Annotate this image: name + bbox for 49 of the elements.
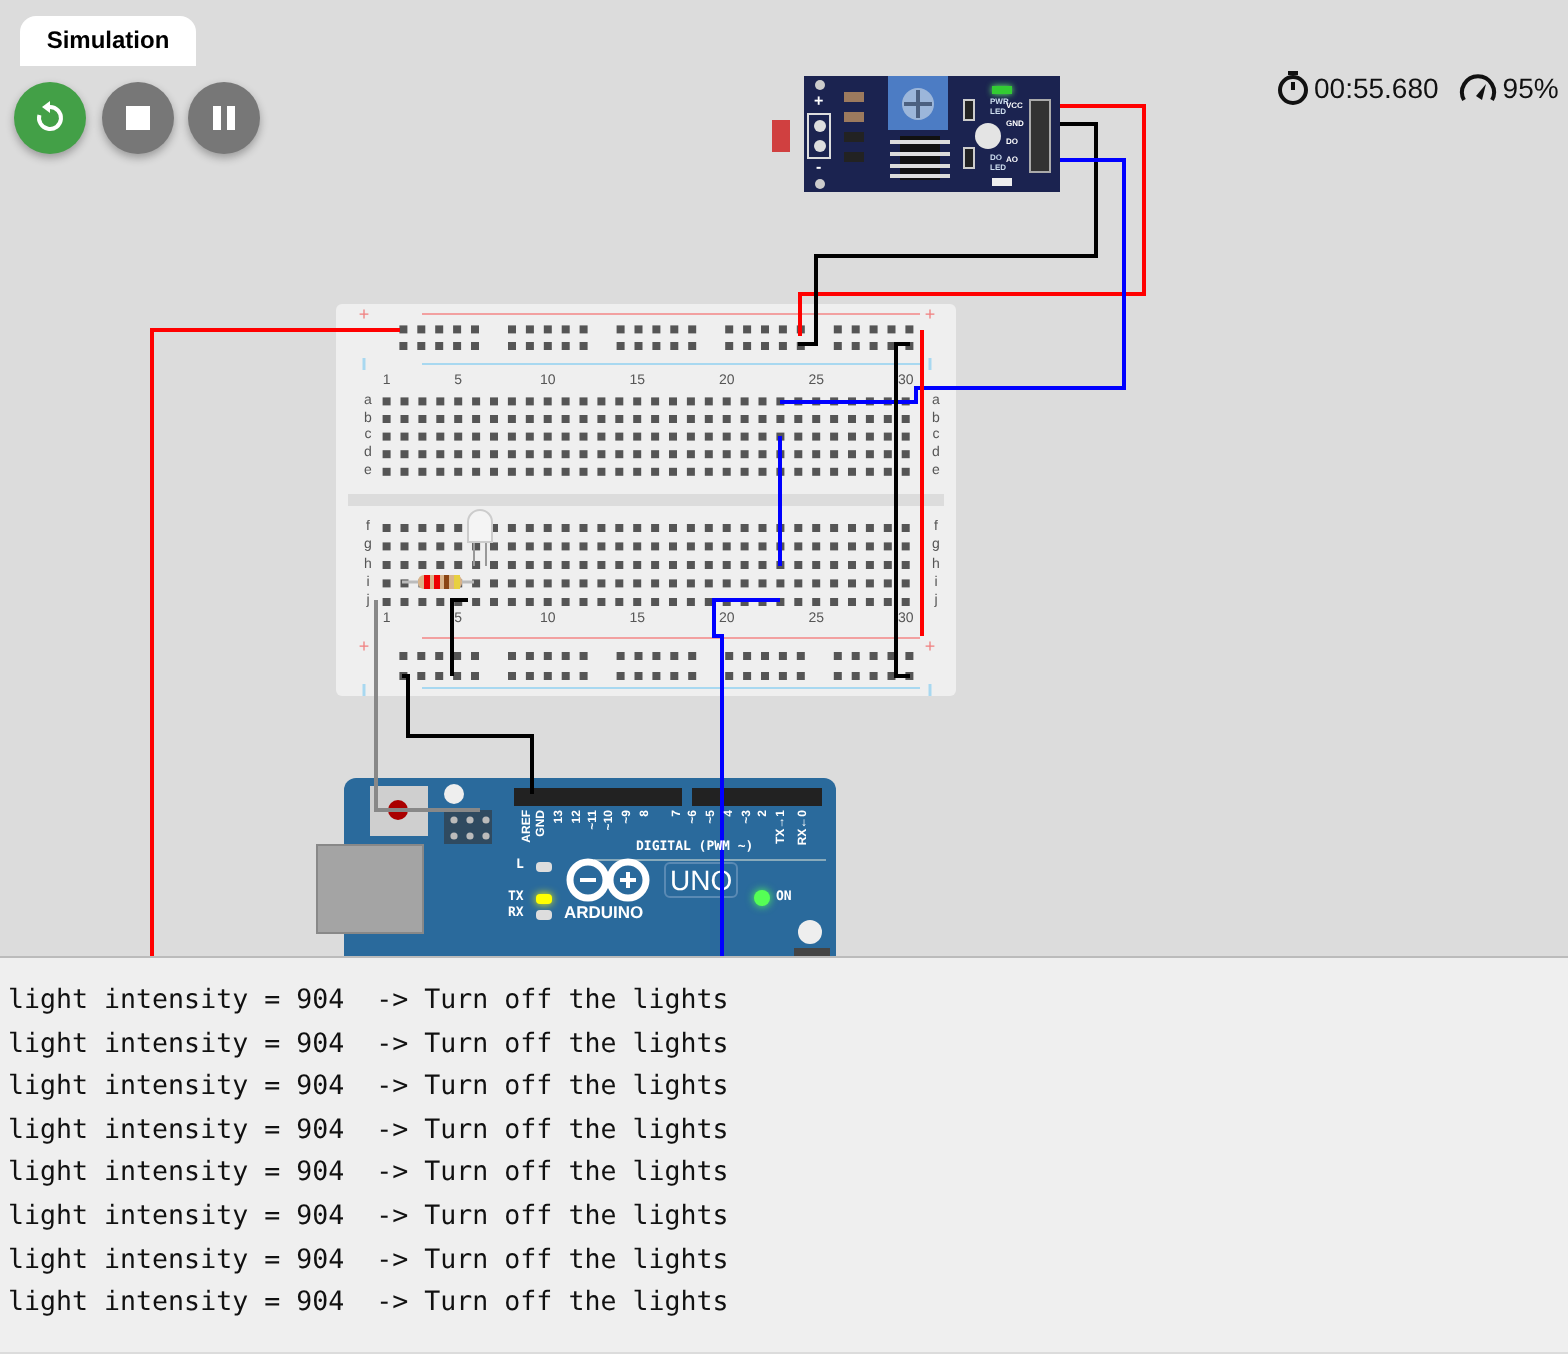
wire: [778, 436, 782, 566]
brand-label: ARDUINO: [564, 904, 644, 922]
rail-minus-mark: [928, 684, 932, 696]
timer-text: 00:55.680: [1314, 72, 1439, 104]
round-component: [975, 123, 1001, 149]
serial-output-line: light intensity = 904 -> Turn off the lights: [8, 1156, 729, 1193]
infinity-logo: [566, 858, 650, 902]
serial-output-line: light intensity = 904 -> Turn off the lights: [8, 1286, 729, 1323]
pause-button[interactable]: [188, 82, 260, 154]
restart-button[interactable]: [14, 82, 86, 154]
smd-component: [963, 147, 975, 169]
pin-header: [1029, 99, 1051, 173]
rail-minus-mark: [362, 358, 366, 370]
serial-output-line: light intensity = 904 -> Turn off the lights: [8, 1070, 729, 1107]
model-label: UNO: [664, 862, 739, 898]
mounting-hole: [444, 784, 464, 804]
led-drawing: [464, 506, 496, 566]
speedometer-icon: [1458, 70, 1499, 106]
rail-minus-mark: [928, 358, 932, 370]
mounting-hole: [815, 179, 825, 189]
rail-minus-mark: [362, 684, 366, 696]
restart-icon: [32, 100, 68, 136]
rail-plus-label: +: [924, 306, 936, 322]
smd-component: [963, 99, 975, 121]
pin-header: [794, 948, 830, 956]
plus-label: +: [814, 92, 824, 110]
mounting-hole: [815, 80, 825, 90]
mounting-hole: [798, 920, 822, 944]
serial-output-line: light intensity = 904 -> Turn off the lights: [8, 1027, 729, 1064]
serial-output-line: light intensity = 904 -> Turn off the lights: [8, 1113, 729, 1150]
serial-output-line: light intensity = 904 -> Turn off the lights: [8, 1199, 729, 1236]
stopwatch-icon: [1276, 70, 1310, 106]
usb-port: [316, 844, 424, 934]
rail-plus-label: +: [924, 638, 936, 654]
potentiometer: [888, 76, 948, 130]
serial-output-line: light intensity = 904 -> Turn off the lights: [8, 984, 729, 1020]
pin-header: [692, 788, 822, 806]
ic-chip: [888, 136, 952, 180]
terminal-block: [807, 113, 831, 159]
rail-plus-label: +: [358, 306, 370, 322]
stop-button[interactable]: [101, 82, 173, 154]
resistor-drawing: [402, 574, 474, 590]
minus-label: -: [816, 158, 822, 176]
icsp-header: [444, 810, 492, 844]
rail-plus-label: +: [358, 638, 370, 654]
simulation-tab[interactable]: Simulation: [20, 16, 196, 66]
speed-text: 95%: [1502, 72, 1559, 104]
serial-output-line: light intensity = 904 -> Turn off the lights: [8, 1243, 729, 1280]
photoresistor: [772, 120, 790, 152]
